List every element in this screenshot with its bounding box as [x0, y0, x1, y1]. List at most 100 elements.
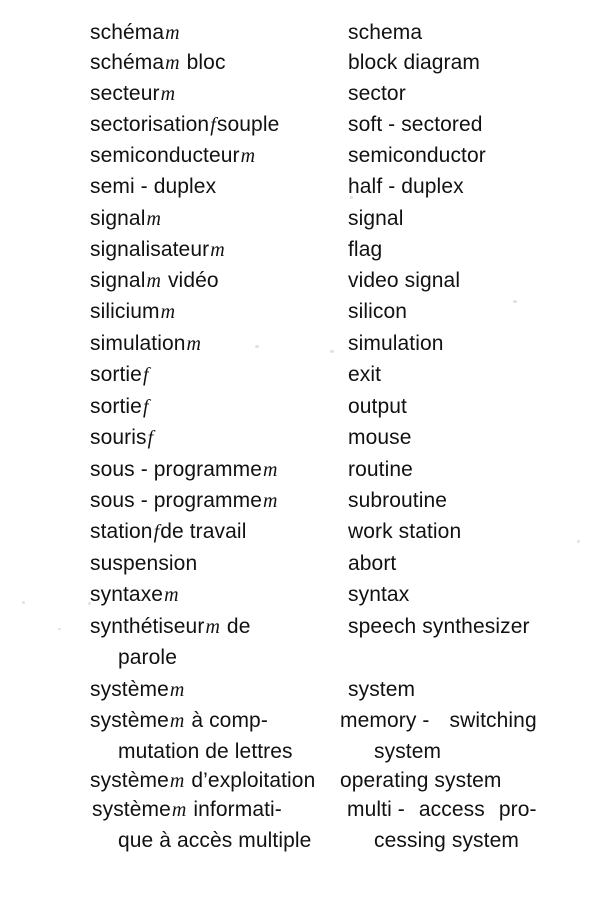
entry-french-continuation: que à accès multiple	[118, 829, 312, 852]
gender-marker: m	[240, 145, 256, 167]
entry-french: schémam	[90, 21, 180, 44]
gender-marker	[216, 176, 218, 198]
dictionary-entry: systèmem à comp- memory - switching	[0, 706, 615, 736]
entry-french: semiconducteurm	[90, 144, 256, 167]
dictionary-entry: synthétiseurm de speech synthesizer	[0, 612, 615, 642]
entry-english: video signal	[348, 269, 461, 292]
entry-english: subroutine	[348, 489, 448, 512]
entry-english-continuation: cessing system	[374, 829, 519, 852]
entry-french-tail: vidéo	[162, 269, 219, 292]
dictionary-entry: sourisf mouse	[0, 423, 615, 453]
entry-english: simulation	[348, 332, 444, 355]
entry-french: simulationm	[90, 332, 202, 355]
entry-french-tail: informati-	[187, 798, 282, 821]
gender-marker: m	[210, 239, 225, 261]
dictionary-entry: siliciumm silicon	[0, 297, 615, 327]
gender-marker: m	[169, 710, 185, 732]
entry-english: silicon	[348, 300, 408, 323]
gender-marker: m	[263, 490, 278, 512]
dictionary-entry: sous - programmem routine	[0, 455, 615, 485]
gender-marker: m	[160, 301, 176, 323]
dictionary-entry: simulationm simulation	[0, 329, 615, 359]
gender-marker: m	[146, 270, 162, 292]
dictionary-entry: schémam schema	[0, 18, 615, 48]
entry-french: signalm vidéo	[90, 269, 219, 292]
entry-english: syntax	[348, 583, 410, 606]
entry-french: systèmem	[90, 678, 185, 701]
dictionary-entry: signalm vidéo video signal	[0, 266, 615, 296]
entry-french-continuation: mutation de lettres	[118, 740, 293, 763]
entry-english: memory - switching	[340, 706, 537, 736]
entry-french: systèmem à comp-	[90, 709, 268, 732]
dictionary-entry: syntaxem syntax	[0, 580, 615, 610]
dictionary-page: schémam schema schémam bloc block diagra…	[0, 0, 615, 900]
dictionary-entry-continuation: mutation de lettres system	[0, 737, 615, 767]
entry-french: suspension	[90, 552, 199, 575]
gender-marker: m	[169, 679, 185, 701]
dictionary-entry-continuation: parole	[0, 643, 615, 673]
entry-french: sortief	[90, 395, 149, 418]
gender-marker: m	[169, 770, 185, 792]
dictionary-entry: semi - duplex half - duplex	[0, 172, 615, 202]
entry-english: sector	[348, 82, 406, 105]
dictionary-entry-continuation: que à accès multiple cessing system	[0, 826, 615, 856]
gender-marker: m	[165, 52, 180, 74]
dictionary-entry: semiconducteurm semiconductor	[0, 141, 615, 171]
dictionary-entry: signalm signal	[0, 204, 615, 234]
english-fragment-after: switching	[449, 709, 537, 732]
entry-english: system	[348, 678, 416, 701]
gender-marker: f	[142, 364, 149, 386]
entry-french: semi - duplex	[90, 175, 218, 198]
dictionary-entry: systèmem informati- multi - access pro-	[0, 795, 615, 825]
gender-marker: f	[210, 114, 216, 136]
dictionary-entry: signalisateurm flag	[0, 235, 615, 265]
entry-french: sous - programmem	[90, 458, 278, 481]
entry-english: exit	[348, 363, 382, 386]
entry-french: secteurm	[90, 82, 176, 105]
entry-french: stationfde travail	[90, 520, 247, 543]
entry-french-tail: souple	[216, 113, 280, 136]
entry-french: sectorisationfsouple	[90, 113, 280, 136]
dictionary-entry: sortief exit	[0, 360, 615, 390]
dictionary-entry: suspension abort	[0, 549, 615, 579]
entry-french: synthétiseurm de	[90, 615, 251, 638]
gender-marker: m	[171, 799, 187, 821]
entry-french: systèmem informati-	[92, 798, 282, 821]
gender-marker	[197, 553, 199, 575]
entry-french-tail: d’exploitation	[185, 769, 316, 792]
entry-french: schémam bloc	[90, 51, 226, 74]
english-fragment-before: multi -	[347, 798, 405, 821]
entry-french: syntaxem	[90, 583, 179, 606]
gender-marker: m	[164, 584, 179, 606]
entry-french: systèmem d’exploitation	[90, 769, 316, 792]
entry-french-tail: à comp-	[185, 709, 268, 732]
entry-french: sortief	[90, 363, 149, 386]
entry-english: work station	[348, 520, 462, 543]
gender-marker: m	[160, 83, 176, 105]
dictionary-entry: sectorisationfsouple soft - sectored	[0, 110, 615, 140]
entry-english: speech synthesizer	[348, 615, 530, 638]
dictionary-entry: systèmem d’exploitation operating system	[0, 766, 615, 796]
entry-french: sous - programmem	[90, 489, 278, 512]
dictionary-entry: schémam bloc block diagram	[0, 48, 615, 78]
entry-english: signal	[348, 207, 404, 230]
entry-french-continuation: parole	[118, 646, 177, 669]
gender-marker: m	[263, 459, 278, 481]
entry-english: semiconductor	[348, 144, 486, 167]
dictionary-entry: systèmem system	[0, 675, 615, 705]
entry-french-tail: bloc	[180, 51, 226, 74]
entry-french: signalisateurm	[90, 238, 225, 261]
entry-french: signalm	[90, 207, 162, 230]
gender-marker: m	[186, 333, 202, 355]
gender-marker: f	[147, 427, 154, 449]
entry-english: half - duplex	[348, 175, 464, 198]
entry-french-tail: de travail	[160, 520, 247, 543]
entry-french: sourisf	[90, 426, 154, 449]
dictionary-entry: sous - programmem subroutine	[0, 486, 615, 516]
english-fragment-after: pro-	[498, 798, 537, 821]
english-fragment-before: memory -	[340, 709, 430, 732]
gender-marker: m	[146, 208, 162, 230]
dictionary-entry: stationfde travail work station	[0, 517, 615, 547]
entry-english: abort	[348, 552, 397, 575]
gender-marker: m	[165, 22, 180, 44]
